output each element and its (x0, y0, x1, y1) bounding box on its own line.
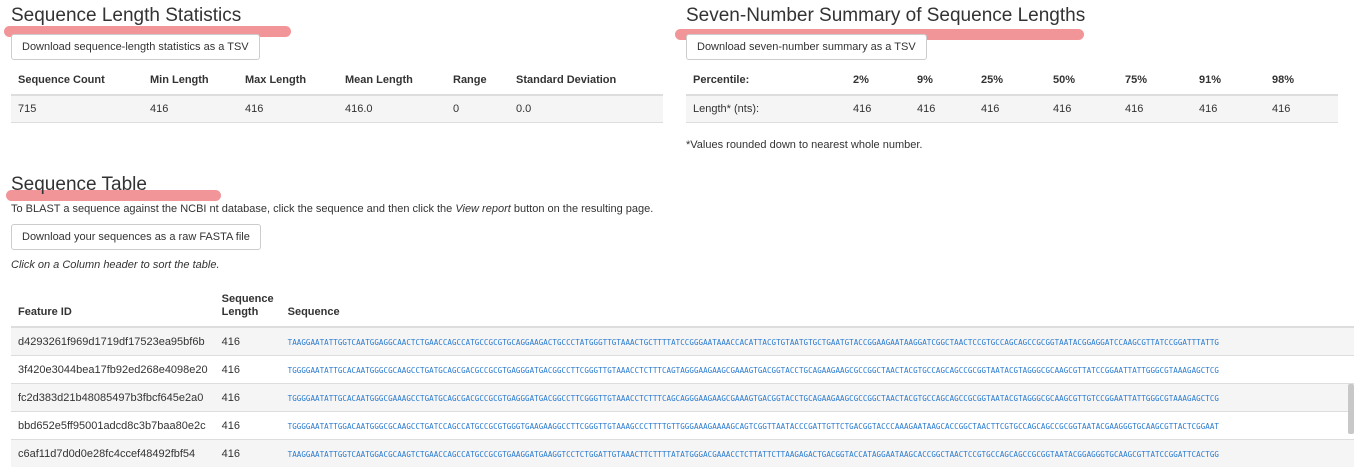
download-length-stats-button[interactable]: Download sequence-length statistics as a… (11, 34, 260, 60)
length-value: 416 (1118, 95, 1192, 123)
stat-value: 416 (143, 95, 238, 123)
download-fasta-button[interactable]: Download your sequences as a raw FASTA f… (11, 224, 261, 250)
percentile-header: 9% (910, 65, 974, 95)
feature-id-cell: 3f420e3044bea17fb92ed268e4098e20 (11, 356, 215, 384)
percentile-header: 98% (1265, 65, 1338, 95)
length-stats-title: Sequence Length Statistics (11, 5, 241, 27)
column-header: Min Length (143, 65, 238, 95)
column-header: Standard Deviation (509, 65, 663, 95)
sequence-link[interactable]: TGGGGAATATTGGACAATGGGCGCAAGCCTGATCCAGCCA… (288, 422, 1219, 431)
percentile-header: 2% (846, 65, 910, 95)
sequence-link[interactable]: TGGGGAATATTGCACAATGGGCGCAAGCCTGATGCAGCGA… (288, 366, 1219, 375)
table-row: c6af11d7d0d0e28fc4ccef48492fbf54 416 TAA… (11, 440, 1354, 467)
length-cell: 416 (215, 356, 281, 384)
stat-value: 416 (238, 95, 338, 123)
table-row: fc2d383d21b48085497b3fbcf645e2a0 416 TGG… (11, 384, 1354, 412)
feature-id-cell: d4293261f969d1719df17523ea95bf6b (11, 327, 215, 356)
column-header: Range (446, 65, 509, 95)
percentile-header: 25% (974, 65, 1046, 95)
percentile-label: Percentile: (686, 65, 846, 95)
column-header: Sequence Count (11, 65, 143, 95)
instruction-text: button on the resulting page. (511, 203, 654, 215)
length-value: 416 (1265, 95, 1338, 123)
blast-instructions: To BLAST a sequence against the NCBI nt … (11, 203, 653, 215)
stat-value: 0.0 (509, 95, 663, 123)
percentile-header: 75% (1118, 65, 1192, 95)
length-value: 416 (846, 95, 910, 123)
length-value: 416 (1046, 95, 1118, 123)
length-row-label: Length* (nts): (686, 95, 846, 123)
header-text: Length (222, 306, 259, 318)
download-seven-number-button[interactable]: Download seven-number summary as a TSV (686, 34, 927, 60)
length-value: 416 (1192, 95, 1265, 123)
table-row: bbd652e5ff95001adcd8c3b7baa80e2c 416 TGG… (11, 412, 1354, 440)
sequence-cell: TGGGGAATATTGCACAATGGGCGCAAGCCTGATGCAGCGA… (281, 356, 1354, 384)
sequence-cell: TGGGGAATATTGCACAATGGGCGAAAGCCTGATGCAGCGA… (281, 384, 1354, 412)
feature-id-cell: fc2d383d21b48085497b3fbcf645e2a0 (11, 384, 215, 412)
seven-number-table: Percentile: 2% 9% 25% 50% 75% 91% 98% Le… (686, 65, 1338, 123)
stat-value: 416.0 (338, 95, 446, 123)
rounding-footnote: *Values rounded down to nearest whole nu… (686, 139, 922, 151)
horizontal-scrollbar-thumb[interactable] (1348, 384, 1354, 434)
length-value: 416 (974, 95, 1046, 123)
percentile-header: 50% (1046, 65, 1118, 95)
sequence-cell: TAAGGAATATTGGTCAATGGACGCAAGTCTGAACCAGCCA… (281, 440, 1354, 467)
sequence-link[interactable]: TGGGGAATATTGCACAATGGGCGAAAGCCTGATGCAGCGA… (288, 394, 1219, 403)
view-report-emphasis: View report (455, 203, 510, 215)
percentile-header: 91% (1192, 65, 1265, 95)
sort-hint: Click on a Column header to sort the tab… (11, 259, 220, 271)
length-row: Length* (nts): 416 416 416 416 416 416 4… (686, 95, 1338, 123)
stat-value: 715 (11, 95, 143, 123)
stat-value: 0 (446, 95, 509, 123)
length-cell: 416 (215, 440, 281, 467)
sequence-cell: TGGGGAATATTGGACAATGGGCGCAAGCCTGATCCAGCCA… (281, 412, 1354, 440)
feature-id-cell: bbd652e5ff95001adcd8c3b7baa80e2c (11, 412, 215, 440)
table-row: 3f420e3044bea17fb92ed268e4098e20 416 TGG… (11, 356, 1354, 384)
length-stats-value-row: 715 416 416 416.0 0 0.0 (11, 95, 663, 123)
column-header: Mean Length (338, 65, 446, 95)
column-header-sequence-length[interactable]: SequenceLength (215, 281, 281, 327)
length-stats-table: Sequence Count Min Length Max Length Mea… (11, 65, 663, 123)
length-cell: 416 (215, 327, 281, 356)
sequence-link[interactable]: TAAGGAATATTGGTCAATGGAGGCAACTCTGAACCAGCCA… (288, 338, 1219, 347)
table-row: d4293261f969d1719df17523ea95bf6b 416 TAA… (11, 327, 1354, 356)
sequence-table-header-row: Feature ID SequenceLength Sequence (11, 281, 1354, 327)
length-stats-header-row: Sequence Count Min Length Max Length Mea… (11, 65, 663, 95)
percentile-header-row: Percentile: 2% 9% 25% 50% 75% 91% 98% (686, 65, 1338, 95)
length-cell: 416 (215, 384, 281, 412)
seven-number-title: Seven-Number Summary of Sequence Lengths (686, 5, 1085, 27)
column-header-sequence[interactable]: Sequence (281, 281, 1354, 327)
instruction-text: To BLAST a sequence against the NCBI nt … (11, 203, 455, 215)
sequence-cell: TAAGGAATATTGGTCAATGGAGGCAACTCTGAACCAGCCA… (281, 327, 1354, 356)
sequence-table-title: Sequence Table (11, 174, 147, 196)
column-header-feature-id[interactable]: Feature ID (11, 281, 215, 327)
length-cell: 416 (215, 412, 281, 440)
header-text: Sequence (222, 293, 274, 305)
column-header: Max Length (238, 65, 338, 95)
length-value: 416 (910, 95, 974, 123)
feature-id-cell: c6af11d7d0d0e28fc4ccef48492fbf54 (11, 440, 215, 467)
sequence-table: Feature ID SequenceLength Sequence d4293… (11, 281, 1354, 467)
sequence-link[interactable]: TAAGGAATATTGGTCAATGGACGCAAGTCTGAACCAGCCA… (288, 450, 1219, 459)
